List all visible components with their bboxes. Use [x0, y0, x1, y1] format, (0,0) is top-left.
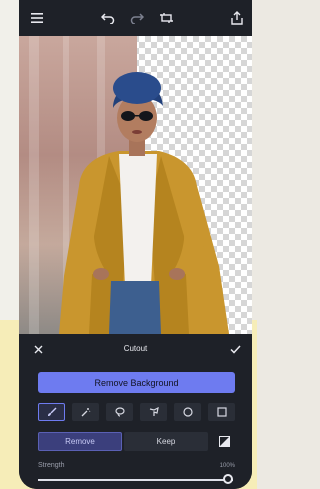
mode-remove-button[interactable]: Remove — [38, 432, 122, 451]
remove-background-button[interactable]: Remove Background — [38, 372, 235, 393]
magic-wand-tool-button[interactable] — [72, 403, 99, 421]
circle-icon — [182, 407, 193, 417]
phone-screen: Cutout Remove Background Remove Keep Str… — [19, 0, 252, 489]
invert-selection-button[interactable] — [214, 432, 235, 451]
mode-keep-button[interactable]: Keep — [124, 432, 208, 451]
strength-slider-handle[interactable] — [223, 474, 233, 484]
square-icon — [216, 407, 227, 417]
strength-slider[interactable] — [38, 474, 233, 484]
strength-value: 100% — [219, 463, 235, 469]
crop-icon[interactable] — [159, 10, 175, 26]
redo-icon[interactable] — [129, 10, 145, 26]
square-tool-button[interactable] — [208, 403, 235, 421]
lasso-tool-button[interactable] — [106, 403, 133, 421]
cutout-tools — [38, 403, 235, 421]
photo-canvas[interactable] — [19, 36, 252, 334]
photo-subject — [59, 72, 229, 334]
lasso-icon — [114, 407, 125, 417]
brush-tool-button[interactable] — [38, 403, 65, 421]
shape-tool-button[interactable] — [140, 403, 167, 421]
strength-label: Strength — [38, 462, 65, 469]
invert-icon — [219, 436, 230, 447]
strength-slider-fill — [38, 479, 233, 481]
cutout-panel: Cutout Remove Background Remove Keep Str… — [19, 334, 252, 489]
confirm-check-icon[interactable] — [228, 342, 242, 356]
panel-title: Cutout — [123, 344, 148, 353]
undo-icon[interactable] — [100, 10, 116, 26]
share-icon[interactable] — [229, 10, 245, 26]
menu-icon[interactable] — [29, 10, 45, 26]
magic-wand-icon — [81, 408, 90, 417]
circle-tool-button[interactable] — [174, 403, 201, 421]
brush-icon — [47, 407, 56, 416]
background-left — [0, 0, 20, 320]
shape-icon — [149, 407, 159, 416]
mode-toggle: Remove Keep — [38, 432, 235, 451]
top-toolbar — [19, 0, 252, 36]
